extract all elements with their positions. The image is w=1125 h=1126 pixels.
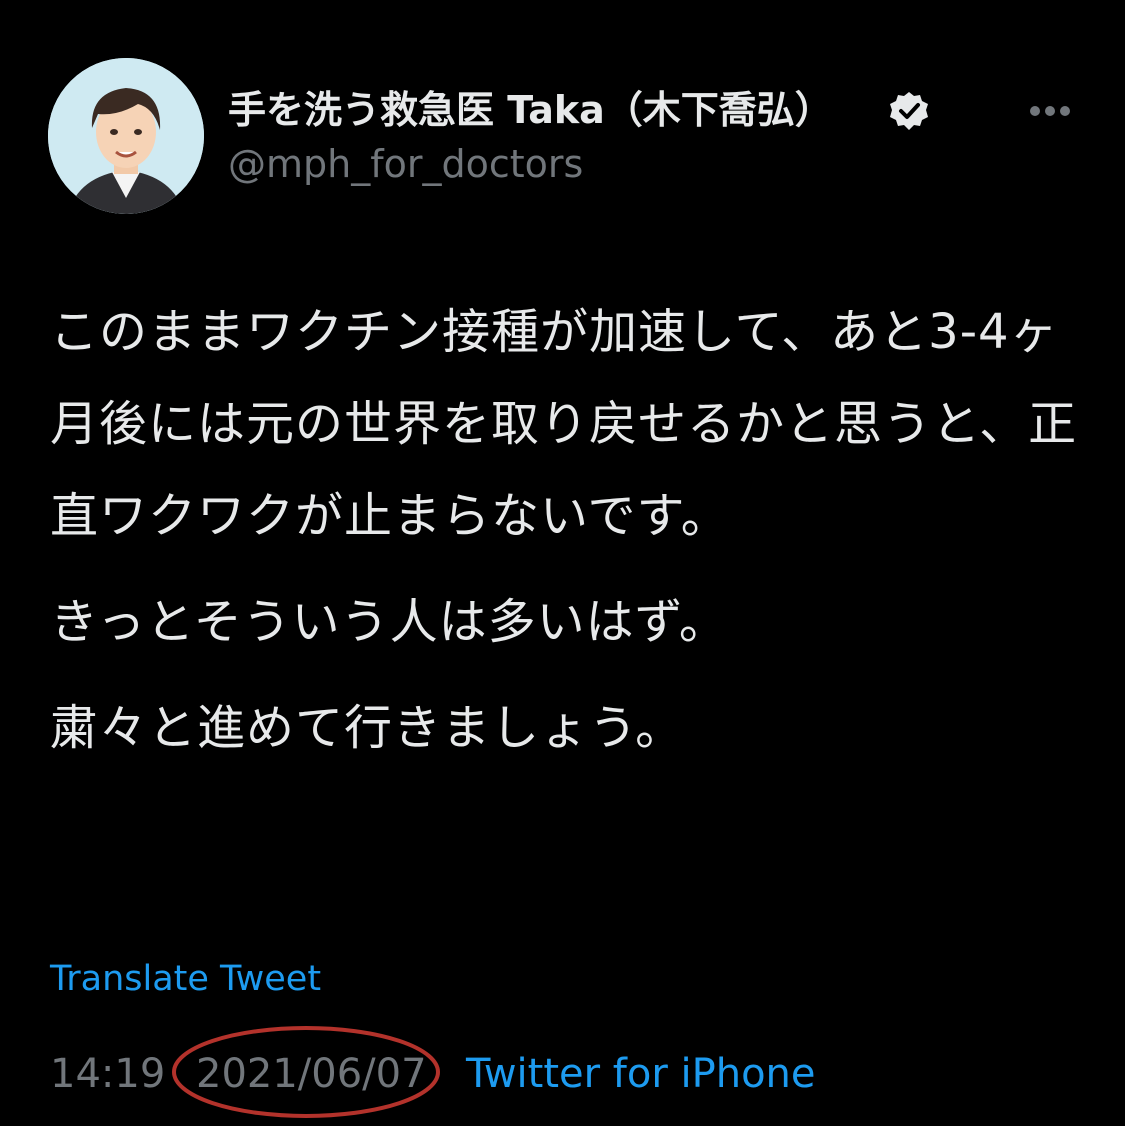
- tweet-paragraph: このままワクチン接種が加速して、あと3-4ヶ月後には元の世界を取り戻せるかと思う…: [50, 304, 1078, 544]
- tweet-time: 14:19: [50, 1051, 166, 1097]
- verified-badge-icon: [890, 92, 928, 130]
- translate-tweet-link[interactable]: Translate Tweet: [50, 956, 321, 1002]
- tweet-date: 2021/06/07: [196, 1051, 427, 1097]
- display-name[interactable]: 手を洗う救急医 Taka（木下喬弘）: [228, 86, 833, 134]
- avatar-illustration: [48, 58, 204, 214]
- ellipsis-icon[interactable]: [1027, 96, 1073, 126]
- tweet-paragraph: きっとそういう人は多いはず。: [50, 594, 728, 650]
- tweet-paragraph: 粛々と進めて行きましょう。: [50, 700, 685, 756]
- author-handle[interactable]: @mph_for_doctors: [228, 140, 583, 188]
- tweet-source-link[interactable]: Twitter for iPhone: [466, 1048, 816, 1100]
- tweet-text: このままワクチン接種が加速して、あと3-4ヶ月後には元の世界を取り戻せるかと思う…: [50, 286, 1090, 774]
- avatar[interactable]: [48, 58, 204, 214]
